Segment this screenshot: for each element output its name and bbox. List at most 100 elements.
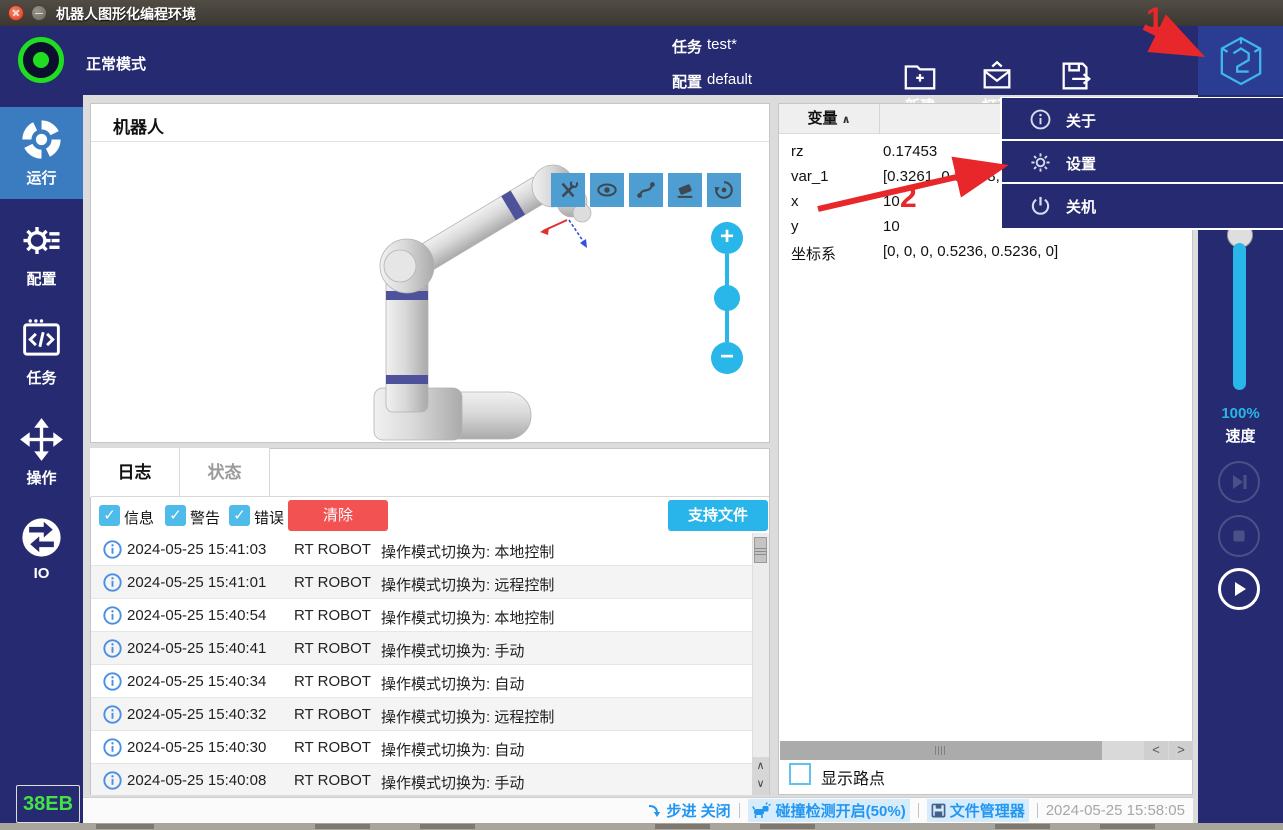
filter-warning-checkbox[interactable]: ✓ <box>165 505 186 526</box>
brand-menu-button[interactable] <box>1198 26 1283 95</box>
left-nav-sidebar: 运行 配置 任务 <box>0 95 83 823</box>
menu-item-about[interactable]: 关于 <box>1002 98 1283 141</box>
filter-info-checkbox[interactable]: ✓ <box>99 505 120 526</box>
info-icon <box>1030 109 1051 130</box>
log-source: RT ROBOT <box>294 541 371 558</box>
log-message: 操作模式切换为: 远程控制 <box>381 706 554 727</box>
variable-row[interactable]: 坐标系 [0, 0, 0, 0.5236, 0.5236, 0] <box>779 240 1192 265</box>
tab-log[interactable]: 日志 <box>90 448 180 497</box>
tools-icon <box>557 179 579 201</box>
log-source: RT ROBOT <box>294 607 371 624</box>
variables-hscrollbar-track[interactable]: < > <box>780 741 1192 760</box>
view-tools-button[interactable] <box>551 173 585 207</box>
scroll-up-icon[interactable]: ∧ <box>752 759 769 772</box>
log-list: 2024-05-25 15:41:03 RT ROBOT 操作模式切换为: 本地… <box>91 533 752 795</box>
variable-name: y <box>791 218 799 235</box>
log-time: 2024-05-25 15:40:34 <box>127 673 266 690</box>
info-icon <box>103 738 122 757</box>
robot-3d-panel: 机器人 <box>90 103 770 443</box>
log-message: 操作模式切换为: 自动 <box>381 673 524 694</box>
collision-detection-status[interactable]: 碰撞检测开启(50%) <box>748 799 910 822</box>
log-source: RT ROBOT <box>294 739 371 756</box>
log-row: 2024-05-25 15:40:54 RT ROBOT 操作模式切换为: 本地… <box>91 599 752 632</box>
sidebar-item-operate[interactable]: 操作 <box>0 407 83 499</box>
open-icon <box>979 59 1015 93</box>
sidebar-item-run[interactable]: 运行 <box>0 107 83 199</box>
sidebar-item-io[interactable]: IO <box>0 505 83 597</box>
step-forward-button[interactable] <box>1218 461 1260 503</box>
config-label: 配置 <box>672 71 702 92</box>
variable-name: x <box>791 193 799 210</box>
status-datetime: 2024-05-25 15:58:05 <box>1046 802 1185 819</box>
system-dropdown-menu: 关于 设置 关机 <box>1000 97 1283 230</box>
variables-hscrollbar-thumb[interactable] <box>780 741 1102 760</box>
sidebar-item-task[interactable]: 任务 <box>0 307 83 399</box>
file-manager-button[interactable]: 文件管理器 <box>927 799 1029 822</box>
view-erase-button[interactable] <box>668 173 702 207</box>
file-manager-icon <box>931 803 946 818</box>
taskbar-segment <box>760 824 815 829</box>
log-scrollbar-thumb[interactable] <box>754 537 767 563</box>
variable-name: 坐标系 <box>791 243 836 264</box>
tab-status[interactable]: 状态 <box>180 448 270 497</box>
zoom-out-button[interactable]: − <box>711 342 743 374</box>
stop-icon <box>1226 523 1252 549</box>
speed-label: 速度 <box>1198 425 1283 446</box>
scroll-right-icon[interactable]: > <box>1169 741 1193 760</box>
run-icon <box>19 117 64 162</box>
log-row: 2024-05-25 15:40:30 RT ROBOT 操作模式切换为: 自动 <box>91 731 752 764</box>
filter-error-checkbox[interactable]: ✓ <box>229 505 250 526</box>
play-button[interactable] <box>1218 568 1260 610</box>
variable-value: [0, 0, 0, 0.5236, 0.5236, 0] <box>883 243 1058 260</box>
variables-sort-header[interactable]: 变量 ∧ <box>779 104 880 134</box>
log-scrollbar-track[interactable] <box>752 533 769 795</box>
view-visibility-button[interactable] <box>590 173 624 207</box>
config-gear-icon <box>19 218 64 263</box>
log-time: 2024-05-25 15:40:08 <box>127 772 266 789</box>
power-icon <box>1030 195 1051 216</box>
info-icon <box>103 771 122 790</box>
variable-name: var_1 <box>791 168 829 185</box>
waypoint-path-icon <box>635 179 657 201</box>
step-arrow-icon <box>647 803 663 819</box>
clear-log-button[interactable]: 清除 <box>288 500 388 531</box>
log-row: 2024-05-25 15:40:34 RT ROBOT 操作模式切换为: 自动 <box>91 665 752 698</box>
log-source: RT ROBOT <box>294 574 371 591</box>
log-row: 2024-05-25 15:40:08 RT ROBOT 操作模式切换为: 手动 <box>91 764 752 795</box>
filter-error-label: 错误 <box>254 507 284 528</box>
log-time: 2024-05-25 15:40:54 <box>127 607 266 624</box>
info-icon <box>103 672 122 691</box>
log-message: 操作模式切换为: 本地控制 <box>381 541 554 562</box>
zoom-in-button[interactable]: + <box>711 222 743 254</box>
variable-value: 10 <box>883 193 900 210</box>
zoom-slider-handle[interactable] <box>714 285 740 311</box>
sort-chevron-up-icon: ∧ <box>842 114 851 126</box>
log-row: 2024-05-25 15:40:32 RT ROBOT 操作模式切换为: 远程… <box>91 698 752 731</box>
mode-label: 正常模式 <box>86 53 146 74</box>
robot-id-badge[interactable]: 38EB <box>16 785 80 823</box>
show-waypoints-checkbox[interactable] <box>789 763 811 785</box>
view-rotate-reset-button[interactable] <box>707 173 741 207</box>
close-icon[interactable] <box>8 5 24 21</box>
minimize-icon[interactable] <box>31 5 47 21</box>
variable-value: 10 <box>883 218 900 235</box>
play-icon <box>1226 576 1252 602</box>
speed-slider-track[interactable] <box>1233 243 1246 390</box>
step-mode-status[interactable]: 步进 关闭 <box>647 800 731 821</box>
support-files-button[interactable]: 支持文件 <box>668 500 768 531</box>
task-label: 任务 <box>672 36 702 57</box>
view-path-button[interactable] <box>629 173 663 207</box>
stop-button[interactable] <box>1218 515 1260 557</box>
status-bar: 步进 关闭 碰撞检测开启(50%) 文件管理器 2024-05-25 15:58… <box>83 797 1193 823</box>
collision-icon <box>752 802 772 819</box>
scroll-down-icon[interactable]: ∨ <box>752 777 769 790</box>
taskbar-segment <box>1100 824 1155 829</box>
mode-status-indicator <box>18 37 64 83</box>
menu-item-settings[interactable]: 设置 <box>1002 141 1283 184</box>
speed-percent: 100% <box>1198 405 1283 422</box>
sidebar-item-config[interactable]: 配置 <box>0 208 83 300</box>
menu-item-shutdown[interactable]: 关机 <box>1002 184 1283 227</box>
log-source: RT ROBOT <box>294 673 371 690</box>
scroll-left-icon[interactable]: < <box>1144 741 1168 760</box>
taskbar-strip <box>0 823 1283 830</box>
